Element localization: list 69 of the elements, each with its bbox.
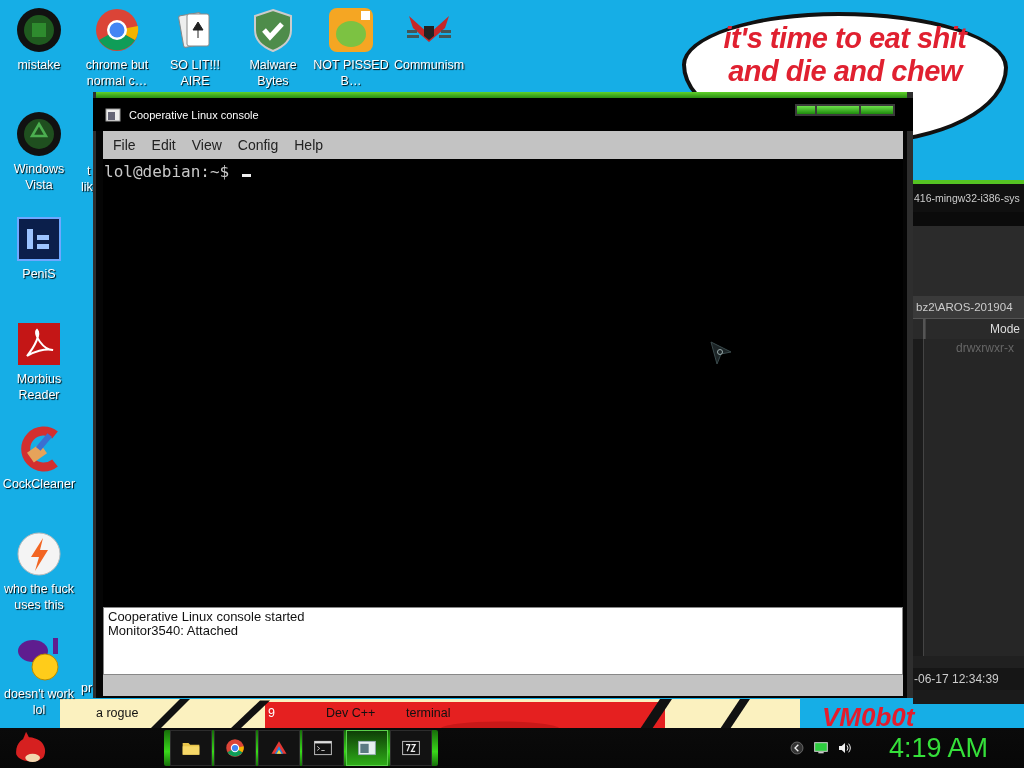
taskbar-button[interactable]	[170, 730, 212, 766]
desktop-icon[interactable]: Malware Bytes	[234, 6, 312, 90]
desktop-icon[interactable]: NOT PISSED B…	[312, 6, 390, 90]
desktop-icon[interactable]: Communism	[390, 6, 468, 90]
taskbar-button[interactable]	[346, 730, 388, 766]
disc-icon	[15, 6, 63, 54]
clock[interactable]: 4:19 AM	[888, 732, 988, 764]
taskbar-button[interactable]	[214, 730, 256, 766]
browser-icon	[225, 738, 245, 758]
recycle-orb-icon	[15, 110, 63, 158]
icon-label: who the fuck uses this	[2, 581, 76, 613]
icon-label: Communism	[392, 57, 466, 73]
desktop-icon[interactable]: SO LIT!!! AIRE	[156, 6, 234, 90]
archive-icon	[401, 738, 421, 758]
icon-label: t	[87, 163, 91, 179]
browser-icon	[93, 6, 141, 54]
icon-label: pr	[81, 680, 93, 696]
menu-item[interactable]: View	[183, 137, 230, 153]
window-title: Cooperative Linux console	[129, 108, 260, 121]
status-bar: -06-17 12:34:39	[913, 656, 1024, 690]
app-icon	[105, 107, 121, 122]
document-icon	[15, 320, 63, 368]
window-title: 416-mingw32-i386-sys	[913, 184, 1024, 212]
menu-item[interactable]: Help	[286, 137, 332, 153]
desktop-icon[interactable]: Morbius Reader	[0, 320, 78, 412]
speaker-icon	[836, 740, 853, 756]
desktop-icon[interactable]: who the fuck uses this	[0, 530, 78, 622]
menu-item[interactable]: File	[105, 137, 144, 153]
menu-item[interactable]: Config	[229, 137, 287, 153]
game-icon	[327, 6, 375, 54]
icon-label: mistake	[16, 57, 62, 73]
table-cell-text: drwxrwxr-x	[955, 340, 1015, 357]
icon-label: doesn't work lol	[3, 686, 75, 718]
desktop-icon[interactable]: mistake	[0, 6, 78, 90]
desktop-icon[interactable]: chrome but normal c…	[78, 6, 156, 90]
desktop-icon[interactable]: doesn't work lol	[0, 635, 78, 727]
icon-label: Morbius Reader	[15, 371, 63, 403]
icon-label: Windows Vista	[12, 161, 66, 193]
icon-label: CockCleaner	[1, 476, 77, 492]
bubble-text: it's time to eat shit	[723, 22, 967, 55]
monitor-icon	[812, 740, 829, 756]
shell-prompt: lol@debian:~$	[104, 162, 230, 182]
taskbar-button[interactable]	[302, 730, 344, 766]
ps-icon	[15, 215, 63, 263]
icon-label: SO LIT!!! AIRE	[169, 57, 221, 89]
icon-label: PeniS	[21, 266, 57, 282]
lightning-icon	[15, 530, 63, 578]
desktop-icon[interactable]: Windows Vista	[0, 110, 78, 202]
mouse-pointer-icon	[709, 340, 733, 366]
desktop-icon[interactable]: CockCleaner	[0, 425, 78, 517]
path-field[interactable]: bz2\AROS-201904	[913, 296, 1024, 319]
terminal-icon	[313, 738, 333, 758]
wallpaper-text: VM0b0t	[822, 702, 915, 732]
icon-label: terminal	[406, 705, 451, 721]
log-text: Cooperative Linux console started	[108, 610, 306, 624]
menu-item[interactable]: Edit	[143, 137, 184, 153]
icon-label: Malware Bytes	[248, 57, 298, 89]
icon-label: NOT PISSED B…	[312, 57, 390, 89]
log-text: Monitor3540: Attached	[108, 624, 240, 638]
window-icon	[357, 738, 377, 758]
icon-label: Dev C++	[326, 705, 376, 721]
icon-label: lik	[81, 179, 93, 195]
icon-label: a rogue	[96, 705, 139, 721]
taskbar-button[interactable]	[390, 730, 432, 766]
desktop-icon[interactable]: PeniS	[0, 215, 78, 307]
icon-label: chrome but normal c…	[84, 57, 150, 89]
icon-label: 9	[268, 705, 275, 721]
text-cursor	[242, 174, 252, 177]
bubble-text: and die and chew	[728, 55, 962, 88]
